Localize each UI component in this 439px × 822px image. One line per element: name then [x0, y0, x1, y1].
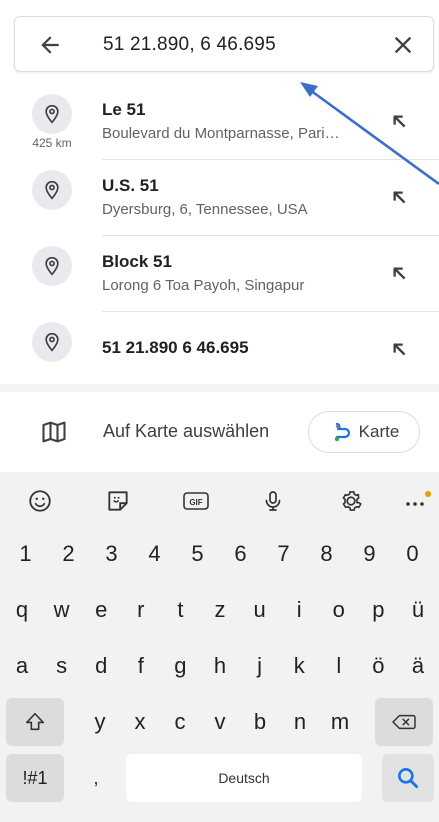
suggestion-title: Le 51 — [102, 100, 146, 119]
key-w[interactable]: w — [44, 586, 80, 634]
suggestion-subtitle: Dyersburg, 6, Tennessee, USA — [102, 201, 308, 218]
key-4[interactable]: 4 — [135, 530, 174, 578]
shift-key[interactable] — [6, 698, 64, 746]
maps-search-screen: 425 km Le 51 Boulevard du Montparnasse, … — [0, 0, 439, 822]
settings-icon[interactable] — [335, 486, 367, 516]
microphone-icon[interactable] — [257, 486, 289, 516]
search-header — [0, 0, 439, 84]
section-divider — [0, 384, 439, 392]
gif-icon[interactable]: GIF — [180, 486, 212, 516]
fill-query-arrow-icon[interactable] — [388, 186, 410, 208]
key-k[interactable]: k — [281, 642, 317, 690]
fill-query-arrow-icon[interactable] — [388, 110, 410, 132]
suggestion-row[interactable]: 425 km Le 51 Boulevard du Montparnasse, … — [0, 84, 439, 160]
search-box[interactable] — [14, 16, 434, 72]
key-8[interactable]: 8 — [307, 530, 346, 578]
keyboard: GIF 1234567890 qwertzuiopü asdfghjklöä y… — [0, 472, 439, 822]
key-0[interactable]: 0 — [393, 530, 432, 578]
key-5[interactable]: 5 — [178, 530, 217, 578]
location-pin-icon — [32, 170, 72, 210]
key-x[interactable]: x — [122, 698, 158, 746]
map-chip-button[interactable]: Karte — [308, 411, 420, 453]
suggestion-row[interactable]: Block 51 Lorong 6 Toa Payoh, Singapur — [0, 236, 439, 312]
key-d[interactable]: d — [83, 642, 119, 690]
suggestion-subtitle: Boulevard du Montparnasse, Pari… — [102, 125, 340, 142]
fill-query-arrow-icon[interactable] — [388, 338, 410, 360]
search-icon — [398, 768, 419, 789]
location-pin-icon — [32, 246, 72, 286]
letter-row-1: qwertzuiopü — [0, 586, 439, 642]
choose-on-map-row[interactable]: Auf Karte auswählen Karte — [0, 392, 439, 472]
backspace-key[interactable] — [375, 698, 433, 746]
key-h[interactable]: h — [202, 642, 238, 690]
key-ä[interactable]: ä — [400, 642, 436, 690]
key-v[interactable]: v — [202, 698, 238, 746]
key-e[interactable]: e — [83, 586, 119, 634]
key-f[interactable]: f — [123, 642, 159, 690]
suggestion-row[interactable]: U.S. 51 Dyersburg, 6, Tennessee, USA — [0, 160, 439, 236]
suggestion-title: 51 21.890 6 46.695 — [102, 338, 249, 357]
number-row: 1234567890 — [0, 530, 439, 586]
key-6[interactable]: 6 — [221, 530, 260, 578]
location-pin-icon — [32, 322, 72, 362]
suggestion-row[interactable]: 51 21.890 6 46.695 — [0, 312, 439, 388]
key-l[interactable]: l — [321, 642, 357, 690]
comma-key[interactable]: , — [72, 754, 120, 802]
emoji-icon[interactable] — [24, 486, 56, 516]
key-1[interactable]: 1 — [6, 530, 45, 578]
key-c[interactable]: c — [162, 698, 198, 746]
location-pin-icon — [32, 94, 72, 134]
key-j[interactable]: j — [242, 642, 278, 690]
more-icon[interactable] — [400, 486, 432, 516]
bottom-row: !#1 , Deutsch . — [0, 754, 439, 810]
letter-row-3: yxcvbnm — [0, 698, 439, 754]
suggestion-list: 425 km Le 51 Boulevard du Montparnasse, … — [0, 84, 439, 388]
key-2[interactable]: 2 — [49, 530, 88, 578]
suggestion-subtitle: Lorong 6 Toa Payoh, Singapur — [102, 277, 305, 294]
choose-on-map-label: Auf Karte auswählen — [103, 421, 270, 441]
suggestion-title: Block 51 — [102, 252, 172, 271]
key-3[interactable]: 3 — [92, 530, 131, 578]
notification-dot — [425, 491, 431, 497]
key-y[interactable]: y — [82, 698, 118, 746]
key-a[interactable]: a — [4, 642, 40, 690]
key-r[interactable]: r — [123, 586, 159, 634]
key-9[interactable]: 9 — [350, 530, 389, 578]
key-n[interactable]: n — [282, 698, 318, 746]
search-key[interactable] — [382, 754, 434, 802]
map-icon — [42, 421, 66, 443]
symbols-key[interactable]: !#1 — [6, 754, 64, 802]
fill-query-arrow-icon[interactable] — [388, 262, 410, 284]
sticker-icon[interactable] — [102, 486, 134, 516]
key-7[interactable]: 7 — [264, 530, 303, 578]
keyboard-toolbar: GIF — [0, 472, 439, 530]
back-arrow-icon[interactable] — [37, 32, 63, 58]
key-ü[interactable]: ü — [400, 586, 436, 634]
route-icon — [334, 422, 350, 442]
space-key[interactable]: Deutsch — [126, 754, 362, 802]
distance-label: 425 km — [32, 136, 72, 150]
gif-label: GIF — [189, 498, 202, 507]
key-i[interactable]: i — [281, 586, 317, 634]
key-z[interactable]: z — [202, 586, 238, 634]
letter-row-2: asdfghjklöä — [0, 642, 439, 698]
key-t[interactable]: t — [162, 586, 198, 634]
suggestion-title: U.S. 51 — [102, 176, 159, 195]
key-o[interactable]: o — [321, 586, 357, 634]
key-g[interactable]: g — [162, 642, 198, 690]
key-q[interactable]: q — [4, 586, 40, 634]
key-s[interactable]: s — [44, 642, 80, 690]
key-m[interactable]: m — [322, 698, 358, 746]
key-b[interactable]: b — [242, 698, 278, 746]
key-p[interactable]: p — [360, 586, 396, 634]
key-u[interactable]: u — [242, 586, 278, 634]
key-ö[interactable]: ö — [360, 642, 396, 690]
map-chip-label: Karte — [358, 422, 400, 441]
search-input[interactable] — [103, 29, 373, 61]
close-icon[interactable] — [389, 31, 417, 59]
